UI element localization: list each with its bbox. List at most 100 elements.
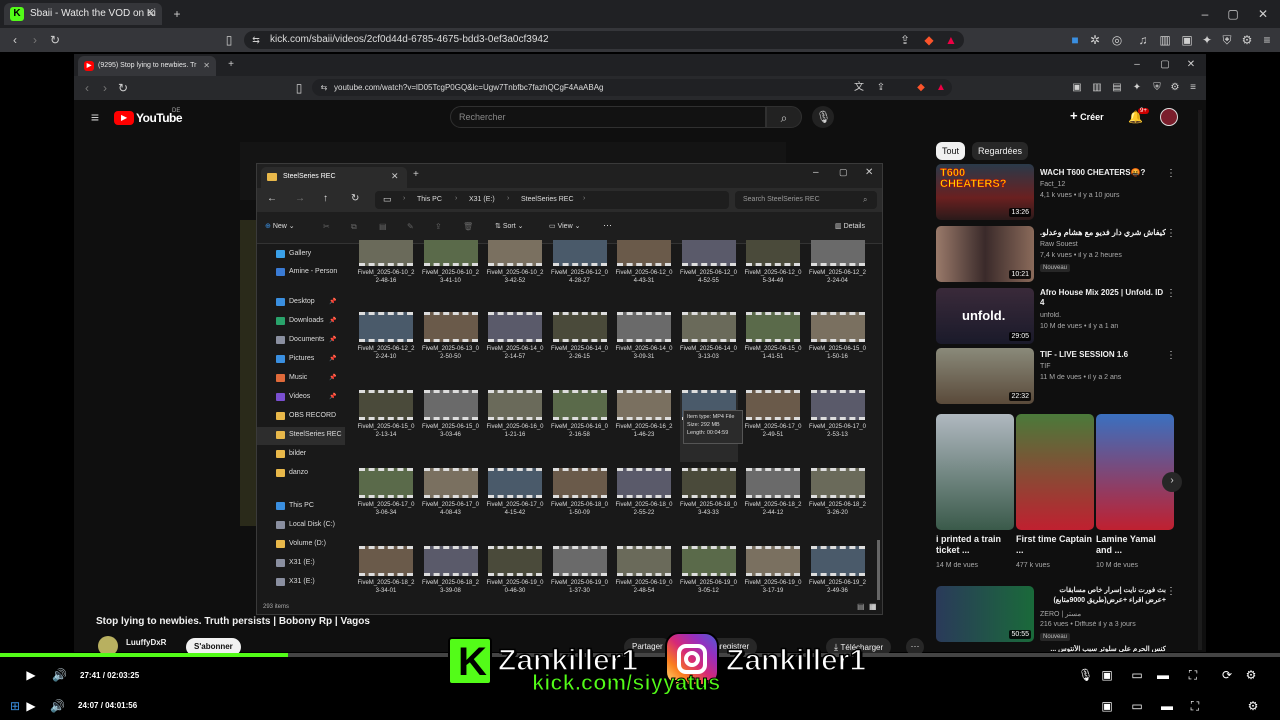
camera-icon[interactable]: ◎ xyxy=(1110,33,1124,47)
nav-item[interactable]: Videos 📌 xyxy=(257,389,345,407)
bookmark-icon[interactable]: ▯ xyxy=(222,33,236,47)
file-item[interactable]: FiveM_2025-06-18_23-39-08 xyxy=(422,546,480,600)
nav-item[interactable]: Desktop 📌 xyxy=(257,294,345,312)
theater-icon[interactable]: ▭ xyxy=(1130,699,1144,713)
clip-icon[interactable]: ▣ xyxy=(1100,699,1114,713)
forward-icon[interactable]: › xyxy=(98,81,112,95)
file-item[interactable]: FiveM_2025-06-18_02-55-22 xyxy=(615,468,673,540)
new-button[interactable]: ⊕ New ⌄ xyxy=(265,222,295,230)
nav-item[interactable]: Downloads 📌 xyxy=(257,313,345,331)
suggestion-title[interactable]: Afro House Mix 2025 | Unfold. ID 4 xyxy=(1040,288,1166,308)
file-item[interactable]: FiveM_2025-06-14_02-14-57 xyxy=(486,312,544,384)
autoplay-icon[interactable]: ⟳ xyxy=(1220,668,1234,682)
leo-icon[interactable]: ✦ xyxy=(1130,81,1144,95)
windows-start-icon[interactable]: ⊞ xyxy=(8,699,22,713)
more-options-icon[interactable]: ⋮ xyxy=(1166,228,1176,239)
pin-icon[interactable]: 📌 xyxy=(329,336,336,343)
file-item[interactable]: FiveM_2025-06-17_02-49-51 xyxy=(744,390,802,462)
brave-shields-icon[interactable]: ◆ xyxy=(914,81,928,95)
file-item[interactable]: FiveM_2025-06-18_23-26-20 xyxy=(809,468,867,540)
create-button[interactable]: + Créer xyxy=(1070,108,1104,126)
nav-item[interactable]: Gallery xyxy=(257,246,345,264)
fullscreen-icon[interactable]: ⛶ xyxy=(1188,699,1202,713)
wallet-icon[interactable]: ▣ xyxy=(1180,33,1194,47)
file-item[interactable]: FiveM_2025-06-10_22-48-16 xyxy=(357,240,415,308)
explorer-search-input[interactable]: Search SteelSeries REC ⌕ xyxy=(735,191,877,209)
suggestion-thumbnail[interactable]: 10:21 xyxy=(936,226,1034,282)
file-item[interactable]: FiveM_2025-06-15_02-13-14 xyxy=(357,390,415,462)
voice-search-button[interactable]: 🎙 xyxy=(812,106,834,128)
forward-arrow-icon[interactable]: → xyxy=(295,193,305,204)
file-item[interactable]: FiveM_2025-06-14_03-13-03 xyxy=(680,312,738,384)
brave-shields-icon[interactable]: ◆ xyxy=(922,33,936,47)
nav-item[interactable]: X31 (E:) xyxy=(257,555,345,573)
nav-item[interactable]: Volume (D:) xyxy=(257,536,345,554)
tab-kick-vod[interactable]: K Sbaii - Watch the VOD on Ki ✕ xyxy=(4,3,162,25)
minimize-icon[interactable]: – xyxy=(1198,7,1212,21)
leo-icon[interactable]: ✦ xyxy=(1200,33,1214,47)
file-item[interactable]: FiveM_2025-06-19_01-37-30 xyxy=(551,546,609,600)
file-item[interactable]: FiveM_2025-06-17_04-15-42 xyxy=(486,468,544,540)
brave-rewards-icon[interactable]: ▲ xyxy=(934,81,948,95)
menu-icon[interactable]: ≡ xyxy=(1186,81,1200,95)
file-item[interactable]: FiveM_2025-06-15_01-50-16 xyxy=(809,312,867,384)
avatar[interactable] xyxy=(1160,108,1178,126)
file-item[interactable]: FiveM_2025-06-12_22-24-10 xyxy=(357,312,415,384)
pin-icon[interactable]: 📌 xyxy=(329,317,336,324)
suggestion-title[interactable]: TIF - LIVE SESSION 1.6 xyxy=(1040,350,1166,359)
forward-icon[interactable]: › xyxy=(28,33,42,47)
pin-icon[interactable]: 📌 xyxy=(329,374,336,381)
clip-icon[interactable]: ▣ xyxy=(1100,668,1114,682)
pin-icon[interactable]: 📌 xyxy=(329,355,336,362)
cut-icon[interactable]: ✂ xyxy=(323,222,330,231)
suggestion-title[interactable]: WACH T600 CHEATERS🤬? xyxy=(1040,168,1168,177)
file-item[interactable]: FiveM_2025-06-18_23-34-01 xyxy=(357,546,415,600)
more-options-icon[interactable]: ⋮ xyxy=(1166,350,1176,361)
reload-icon[interactable]: ↻ xyxy=(116,81,130,95)
tiles-view-icon[interactable]: ▦ xyxy=(869,602,877,611)
microphone-icon[interactable]: 🎙 xyxy=(1078,668,1093,682)
tab-youtube[interactable]: ▶ (9295) Stop lying to newbies. Tr ✕ xyxy=(78,56,216,76)
nav-item[interactable]: Music 📌 xyxy=(257,370,345,388)
sort-button[interactable]: ⇅ Sort ⌄ xyxy=(495,222,524,230)
close-tab-icon[interactable]: ✕ xyxy=(391,171,399,182)
breadcrumb-item[interactable]: SteelSeries REC xyxy=(521,196,574,203)
minimize-icon[interactable]: – xyxy=(813,167,819,178)
nav-item[interactable]: bilder xyxy=(257,446,345,464)
file-item[interactable]: FiveM_2025-06-18_03-43-33 xyxy=(680,468,738,540)
site-info-icon[interactable]: ⇆ xyxy=(317,81,331,95)
file-item[interactable]: FiveM_2025-06-12_04-28-27 xyxy=(551,240,609,308)
theater-icon[interactable]: ▭ xyxy=(1130,668,1144,682)
file-item[interactable]: FiveM_2025-06-17_03-06-34 xyxy=(357,468,415,540)
up-arrow-icon[interactable]: ↑ xyxy=(323,193,328,204)
short-title[interactable]: i printed a train ticket ... xyxy=(936,534,1012,556)
share-icon[interactable]: ⇪ xyxy=(874,81,888,95)
file-item[interactable]: FiveM_2025-06-17_04-08-43 xyxy=(422,468,480,540)
channel-name[interactable]: LuuffyDxR xyxy=(126,638,166,647)
view-button[interactable]: ▭ View ⌄ xyxy=(549,222,580,230)
file-item[interactable]: FiveM_2025-06-12_05-34-49 xyxy=(744,240,802,308)
file-item[interactable]: FiveM_2025-06-19_02-48-54 xyxy=(615,546,673,600)
file-item[interactable]: FiveM_2025-06-14_02-26-15 xyxy=(551,312,609,384)
pin-icon[interactable]: 📌 xyxy=(329,393,336,400)
suggestion-title-cut[interactable]: كنس الحرم على سلوتر سبب الأنتوس ... xyxy=(1040,645,1166,652)
new-tab-icon[interactable]: + xyxy=(170,7,184,21)
copy-icon[interactable]: ⧉ xyxy=(351,222,357,232)
chip-all[interactable]: Tout xyxy=(936,142,966,160)
more-icon[interactable]: ⋯ xyxy=(603,220,612,231)
file-item[interactable]: FiveM_2025-06-18_22-44-12 xyxy=(744,468,802,540)
back-arrow-icon[interactable]: ← xyxy=(267,193,277,204)
settings-icon[interactable]: ⚙ xyxy=(1246,699,1260,713)
more-options-icon[interactable]: ⋮ xyxy=(1166,168,1176,179)
suggestion-thumbnail[interactable]: 22:32 xyxy=(936,348,1034,404)
close-window-icon[interactable]: ✕ xyxy=(1184,58,1198,72)
nav-item[interactable]: danzo xyxy=(257,465,345,483)
breadcrumb-item[interactable]: This PC xyxy=(417,196,442,203)
paste-icon[interactable]: ▤ xyxy=(379,222,387,231)
delete-icon[interactable]: 🗑 xyxy=(463,222,473,231)
playlist-icon[interactable]: ♫ xyxy=(1136,33,1150,47)
maximize-icon[interactable]: ▢ xyxy=(1226,7,1240,21)
breadcrumb[interactable]: ▭ › This PC › X31 (E:) › SteelSeries REC… xyxy=(375,191,729,209)
file-item[interactable]: FiveM_2025-06-12_22-24-04 xyxy=(809,240,867,308)
miniplayer-icon[interactable]: ▬ xyxy=(1160,699,1174,713)
